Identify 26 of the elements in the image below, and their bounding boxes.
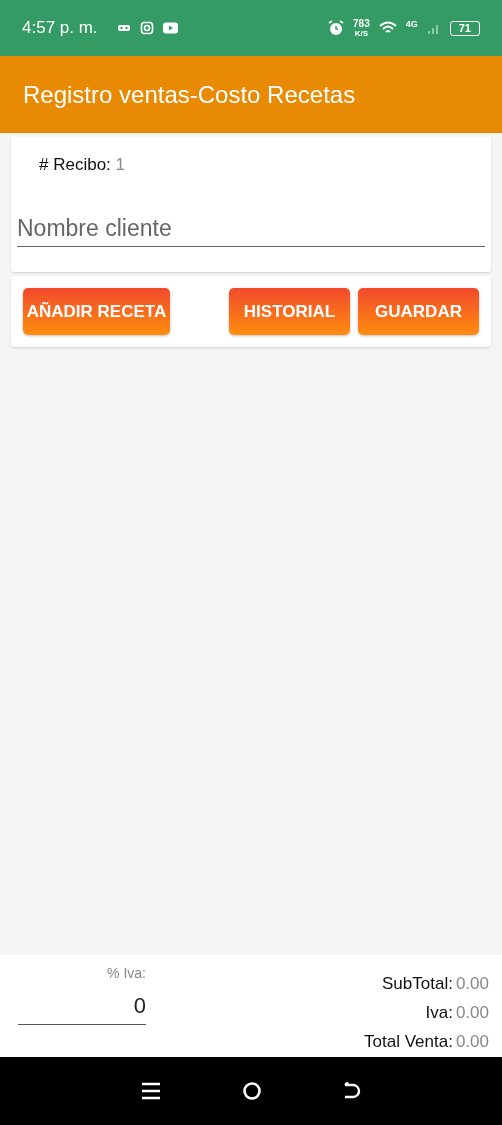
network-speed: 783 K/S [353,18,370,38]
menu-icon[interactable] [140,1082,161,1100]
action-button[interactable]: HISTORIAL [229,288,350,335]
alarm-icon [328,20,345,36]
gamepad-icon [116,23,131,33]
battery-indicator: 71 [449,20,480,36]
total-label: Total Venta: [364,1031,453,1053]
clock: 4:57 p. m. [22,18,98,38]
receipt-number: 1 [115,155,126,174]
back-icon[interactable] [343,1082,362,1100]
total-value: 0.00 [455,1031,489,1053]
play-icon [162,22,178,34]
client-name-field[interactable]: Nombre cliente [17,213,485,247]
wifi-icon [378,21,397,35]
app-title: Registro ventas-Costo Recetas [23,80,356,109]
action-button[interactable]: AÑADIR RECETA [23,288,170,335]
total-label: Iva: [425,1002,453,1024]
receipt-label: # Recibo: [39,155,111,174]
camera-icon [139,21,154,35]
home-icon[interactable] [242,1081,262,1101]
total-label: SubTotal: [382,973,453,995]
network-type: 4G [405,19,418,29]
action-button[interactable]: GUARDAR [358,288,479,335]
total-value: 0.00 [455,1002,489,1024]
total-value: 0.00 [455,973,489,995]
iva-label: % Iva: [107,965,146,981]
